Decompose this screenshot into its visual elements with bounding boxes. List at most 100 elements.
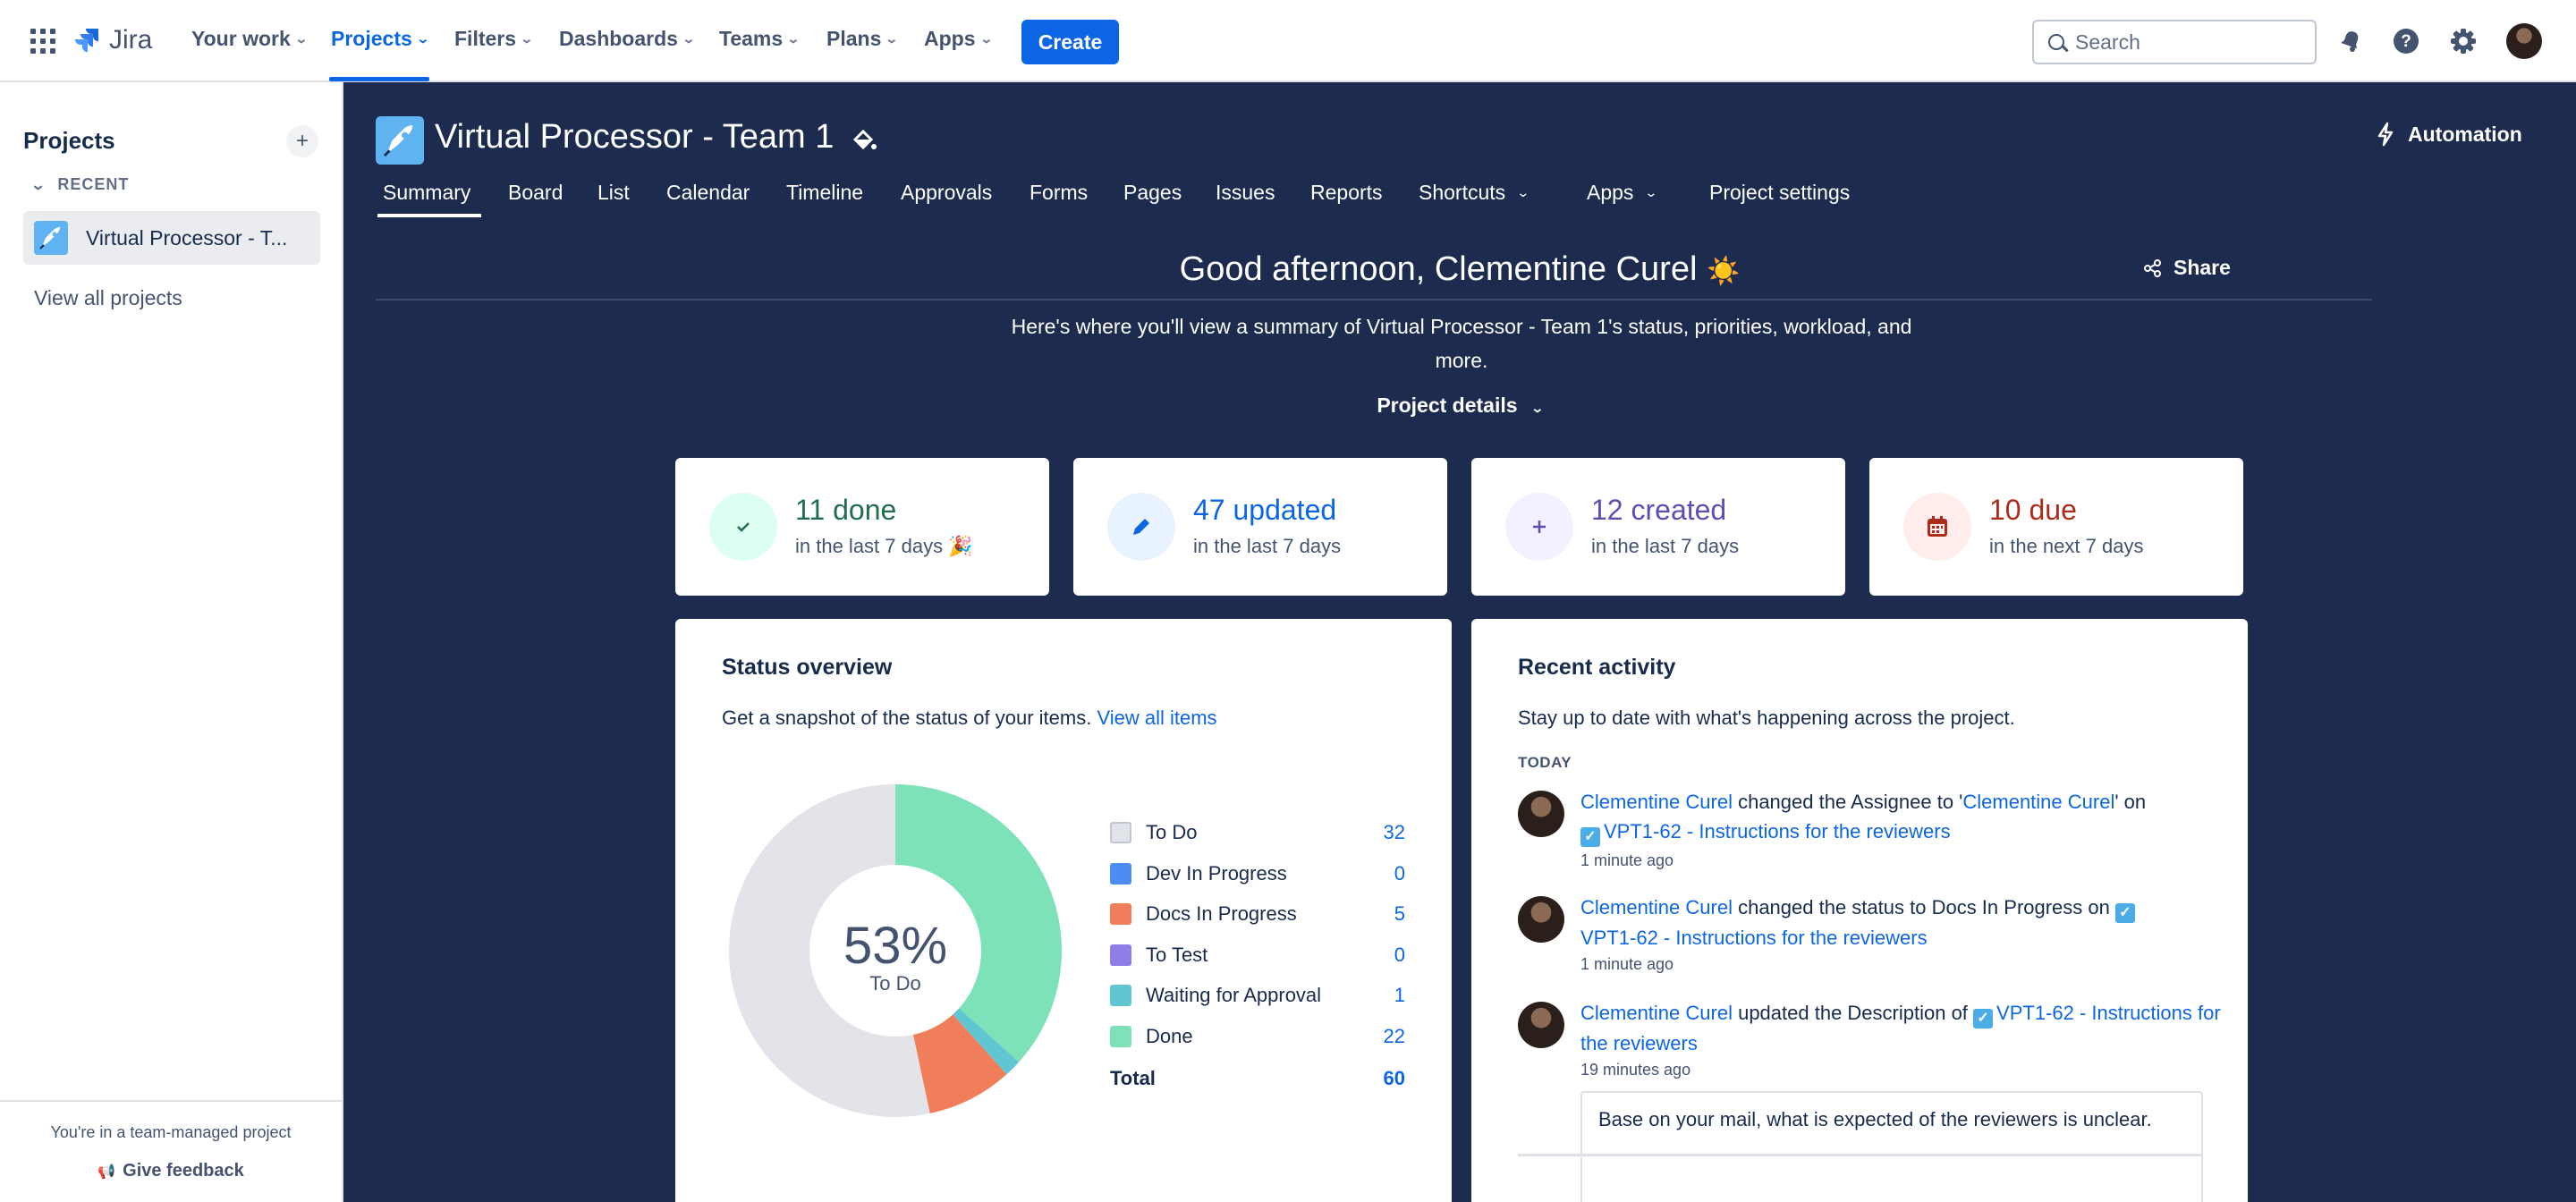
stat-caption: in the last 7 days <box>1193 535 1342 557</box>
tab-label: Calendar <box>666 181 750 204</box>
nav-apps[interactable]: Apps ⌄ <box>924 27 993 51</box>
nav-plans[interactable]: Plans ⌄ <box>826 27 899 51</box>
tab-shortcuts[interactable]: Shortcuts ⌄ <box>1419 181 1530 205</box>
project-details-toggle[interactable]: Project details ⌄ <box>343 394 2576 418</box>
recent-section-toggle[interactable]: ⌄ RECENT <box>30 175 129 194</box>
give-feedback-button[interactable]: 📢 Give feedback <box>0 1161 342 1181</box>
tab-project-settings[interactable]: Project settings <box>1709 181 1850 205</box>
legend-row[interactable]: To Test 0 <box>1110 942 1405 969</box>
view-all-items-link[interactable]: View all items <box>1097 707 1216 729</box>
updated-stat-card[interactable]: 47 updated in the last 7 days <box>1073 458 1447 596</box>
active-tab-indicator <box>377 214 481 217</box>
add-project-button[interactable]: + <box>286 125 318 157</box>
user-avatar[interactable] <box>2506 23 2542 59</box>
nav-label: Filters <box>454 27 517 50</box>
tab-label: Shortcuts <box>1419 181 1506 204</box>
tab-summary[interactable]: Summary <box>383 181 470 205</box>
legend-row[interactable]: Done 22 <box>1110 1023 1405 1050</box>
tab-calendar[interactable]: Calendar <box>666 181 750 205</box>
user-avatar[interactable] <box>1518 896 1564 943</box>
user-link[interactable]: Clementine Curel <box>1580 896 1733 918</box>
legend-total-count[interactable]: 60 <box>1384 1067 1405 1090</box>
legend-swatch <box>1110 903 1131 925</box>
legend-label: To Do <box>1146 821 1198 843</box>
help-icon[interactable]: ? <box>2390 25 2422 57</box>
tab-label: Issues <box>1216 181 1275 204</box>
created-stat-card[interactable]: 12 created in the last 7 days <box>1471 458 1845 596</box>
search-field[interactable] <box>2032 20 2317 64</box>
tab-board[interactable]: Board <box>508 181 563 205</box>
view-all-projects-link[interactable]: View all projects <box>34 286 182 310</box>
paint-bucket-icon[interactable] <box>850 125 878 154</box>
legend-count[interactable]: 22 <box>1384 1025 1405 1048</box>
tab-forms[interactable]: Forms <box>1030 181 1088 205</box>
tab-pages[interactable]: Pages <box>1123 181 1182 205</box>
legend-total-label: Total <box>1110 1067 1156 1089</box>
nav-projects[interactable]: Projects ⌄ <box>331 27 429 51</box>
legend-count[interactable]: 32 <box>1384 821 1405 844</box>
tab-label: Summary <box>383 181 471 204</box>
tab-list[interactable]: List <box>597 181 630 205</box>
app-switcher-icon[interactable] <box>30 29 55 54</box>
legend-swatch <box>1110 822 1131 843</box>
task-checkbox-icon: ✓ <box>2115 903 2135 923</box>
issue-link[interactable]: VPT1-62 - Instructions for the reviewers <box>1580 927 1928 949</box>
tab-label: Approvals <box>901 181 993 204</box>
issue-link[interactable]: VPT1-62 - Instructions for the reviewers <box>1604 820 1951 842</box>
done-stat-card[interactable]: 11 done in the last 7 days 🎉 <box>675 458 1049 596</box>
tab-reports[interactable]: Reports <box>1310 181 1383 205</box>
lightning-icon <box>2377 122 2394 147</box>
notifications-icon[interactable] <box>2334 25 2367 57</box>
chevron-down-icon: ⌄ <box>1644 185 1658 199</box>
search-input[interactable] <box>2075 30 2299 55</box>
tab-label: Board <box>508 181 564 204</box>
create-button[interactable]: Create <box>1021 20 1119 64</box>
user-avatar[interactable] <box>1518 1002 1564 1048</box>
recent-activity-title: Recent activity <box>1518 655 1676 680</box>
activity-text: Clementine Curel changed the status to D… <box>1580 893 2224 952</box>
legend-row[interactable]: Dev In Progress 0 <box>1110 860 1405 887</box>
legend-count[interactable]: 1 <box>1394 984 1405 1007</box>
tab-apps[interactable]: Apps ⌄ <box>1587 181 1658 205</box>
legend-count[interactable]: 5 <box>1394 902 1405 926</box>
tab-approvals[interactable]: Approvals <box>901 181 992 205</box>
activity-time: 1 minute ago <box>1580 851 1674 869</box>
legend-swatch <box>1110 862 1131 885</box>
pencil-icon <box>1107 493 1175 561</box>
status-overview-desc: Get a snapshot of the status of your ite… <box>722 707 1217 730</box>
settings-gear-icon[interactable] <box>2447 25 2479 57</box>
tab-timeline[interactable]: Timeline <box>786 181 863 205</box>
nav-filters[interactable]: Filters ⌄ <box>454 27 534 51</box>
legend-row[interactable]: Waiting for Approval 1 <box>1110 982 1405 1009</box>
stat-value: 11 done <box>795 494 897 526</box>
sidebar-item-project[interactable]: Virtual Processor - T... <box>23 211 320 265</box>
chevron-down-icon: ⌄ <box>682 31 696 46</box>
legend-label: Docs In Progress <box>1146 902 1297 925</box>
nav-label: Apps <box>924 27 976 50</box>
user-link[interactable]: Clementine Curel <box>1580 1002 1733 1024</box>
nav-your-work[interactable]: Your work ⌄ <box>191 27 308 51</box>
automation-button[interactable]: Automation <box>2376 122 2522 147</box>
legend-label: Waiting for Approval <box>1146 984 1322 1006</box>
legend-count[interactable]: 0 <box>1394 862 1405 885</box>
project-details-label: Project details <box>1377 394 1518 417</box>
tab-issues[interactable]: Issues <box>1216 181 1275 205</box>
sidebar-item-label: Virtual Processor - T... <box>86 225 288 250</box>
user-avatar[interactable] <box>1518 791 1564 837</box>
activity-item: Clementine Curel changed the Assignee to… <box>1518 787 2216 885</box>
share-button[interactable]: Share <box>2143 256 2231 280</box>
legend-row[interactable]: To Do 32 <box>1110 819 1405 846</box>
tab-label: Timeline <box>786 181 864 204</box>
assignee-link[interactable]: Clementine Curel <box>1962 791 2114 813</box>
stat-value: 12 created <box>1591 494 1727 526</box>
legend-count[interactable]: 0 <box>1394 944 1405 967</box>
stat-value: 10 due <box>1989 494 2077 526</box>
recent-activity-panel: Recent activity Stay up to date with wha… <box>1471 619 2248 1202</box>
legend-row[interactable]: Docs In Progress 5 <box>1110 901 1405 927</box>
nav-dashboards[interactable]: Dashboards ⌄ <box>559 27 696 51</box>
user-link[interactable]: Clementine Curel <box>1580 791 1733 813</box>
tab-label: List <box>597 181 630 204</box>
jira-logo[interactable]: Jira <box>73 25 152 55</box>
nav-teams[interactable]: Teams ⌄ <box>719 27 801 51</box>
due-stat-card[interactable]: 10 due in the next 7 days <box>1869 458 2243 596</box>
